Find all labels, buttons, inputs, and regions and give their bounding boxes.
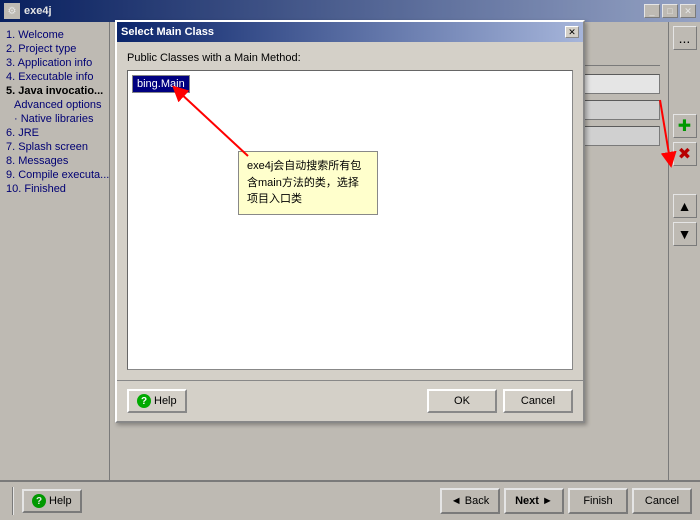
modal-title-bar: Select Main Class ✕ <box>117 22 583 42</box>
tooltip: exe4j会自动搜索所有包含main方法的类，选择项目入口类 <box>238 151 378 215</box>
modal-close-button[interactable]: ✕ <box>565 26 579 38</box>
modal-overlay: Select Main Class ✕ Public Classes with … <box>0 0 700 520</box>
modal-body: Public Classes with a Main Method: bing.… <box>117 42 583 380</box>
modal-label: Public Classes with a Main Method: <box>127 52 573 64</box>
modal-ok-button[interactable]: OK <box>427 389 497 413</box>
modal-help-button[interactable]: ? Help <box>127 389 187 413</box>
annotation-arrow <box>128 71 572 369</box>
select-main-class-modal: Select Main Class ✕ Public Classes with … <box>115 20 585 423</box>
modal-cancel-button[interactable]: Cancel <box>503 389 573 413</box>
modal-listbox[interactable]: bing.Main exe4j会自动搜索所有包含main方法的类，选择项目入口类 <box>127 70 573 370</box>
modal-title: Select Main Class <box>121 26 214 38</box>
main-class-item[interactable]: bing.Main <box>132 75 190 93</box>
tooltip-text: exe4j会自动搜索所有包含main方法的类，选择项目入口类 <box>247 160 361 205</box>
modal-help-icon: ? <box>137 394 151 408</box>
modal-footer: ? Help OK Cancel <box>117 380 583 421</box>
